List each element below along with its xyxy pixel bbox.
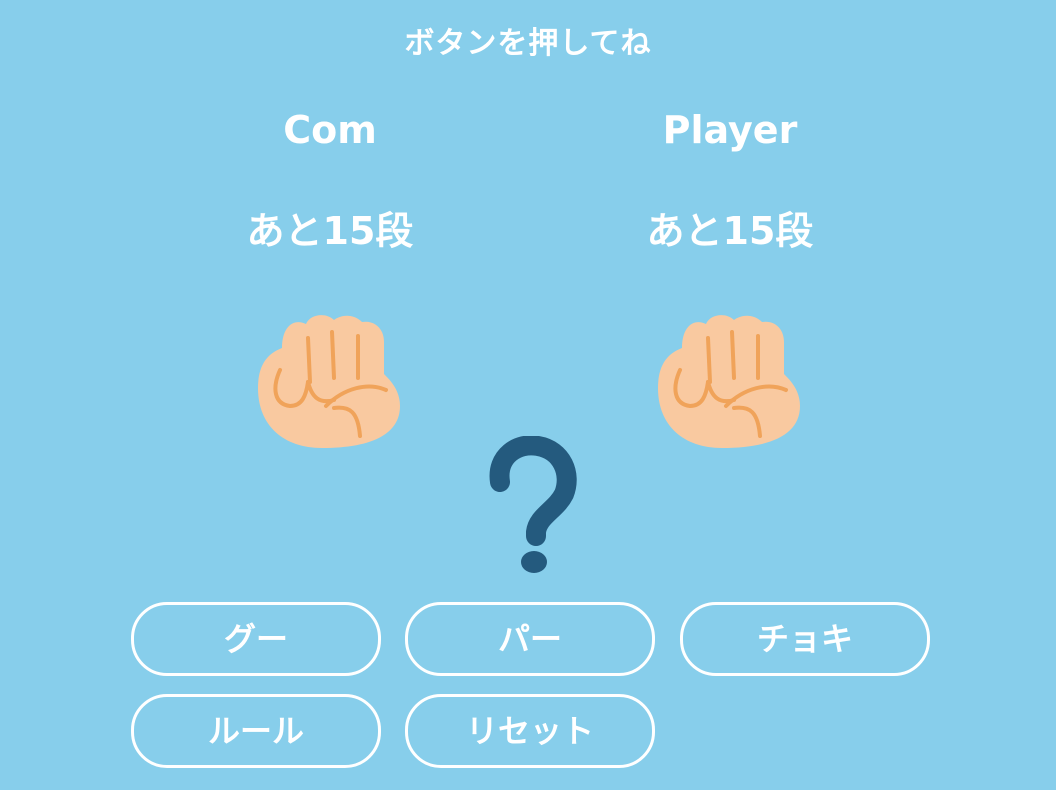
choki-button[interactable]: チョキ (680, 602, 930, 676)
question-mark-icon (489, 436, 577, 573)
player-remaining-steps: あと15段 (646, 209, 814, 253)
com-name: Com (283, 108, 377, 152)
instruction-text: ボタンを押してね (404, 26, 652, 61)
pa-button[interactable]: パー (405, 602, 655, 676)
gu-button[interactable]: グー (131, 602, 381, 676)
player-rock-fist-icon (658, 315, 800, 448)
player-name: Player (662, 108, 798, 152)
reset-button[interactable]: リセット (405, 694, 655, 768)
com-remaining-steps: あと15段 (246, 209, 414, 253)
rule-button[interactable]: ルール (131, 694, 381, 768)
com-rock-fist-icon (258, 315, 400, 448)
